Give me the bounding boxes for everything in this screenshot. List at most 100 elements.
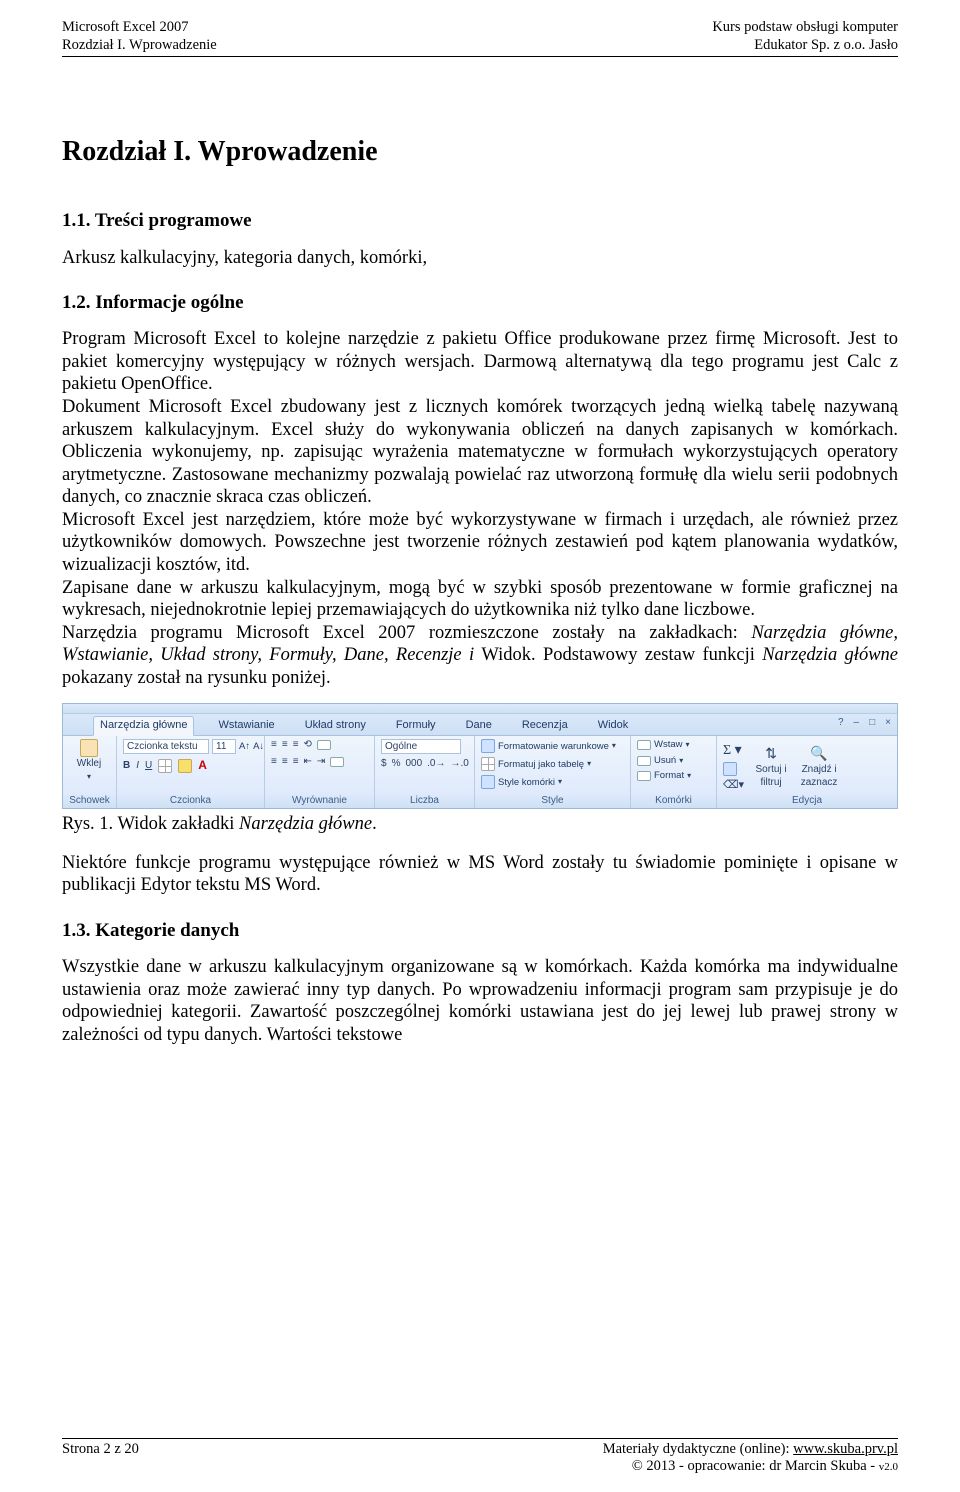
footer-right: Materiały dydaktyczne (online): www.skub…	[603, 1441, 898, 1476]
footer-copyright: © 2013 - opracowanie: dr Marcin Skuba -	[632, 1458, 879, 1474]
ribbon-window-icons: ? – □ ×	[838, 717, 891, 729]
increase-decimal-icon[interactable]: .0→	[427, 758, 445, 770]
tab-home[interactable]: Narzędzia główne	[93, 716, 194, 735]
chevron-down-icon: ▾	[558, 777, 562, 787]
group-font: Czcionka tekstu 11 A↑ A↓ B I U A Czcionk…	[117, 736, 265, 808]
percent-icon[interactable]: %	[392, 758, 401, 770]
delete-cells-icon	[637, 756, 651, 766]
decrease-indent-icon[interactable]: ⇤	[304, 756, 312, 768]
caption-a: Rys. 1. Widok zakładki	[62, 814, 239, 834]
p1e-c: pokazany został na rysunku poniżej.	[62, 668, 331, 688]
shrink-font-icon[interactable]: A↓	[253, 741, 264, 753]
insert-cells-icon	[637, 740, 651, 750]
group-cells-label: Komórki	[637, 795, 710, 808]
header-left-line1: Microsoft Excel 2007	[62, 18, 217, 36]
cell-styles-icon	[481, 775, 495, 789]
sort-filter-label2: filtruj	[761, 777, 782, 789]
close-icon[interactable]: ×	[885, 717, 891, 729]
tab-formulas[interactable]: Formuły	[390, 717, 442, 734]
comma-icon[interactable]: 000	[405, 758, 422, 770]
align-middle-icon[interactable]: ≡	[282, 739, 288, 751]
format-cells-button[interactable]: Format	[654, 770, 684, 782]
paste-icon	[80, 739, 98, 757]
merge-center-icon[interactable]	[330, 757, 344, 767]
clear-icon[interactable]: ⌫▾	[723, 779, 744, 792]
tab-view[interactable]: Widok	[592, 717, 635, 734]
format-cells-icon	[637, 771, 651, 781]
excel-ribbon: Narzędzia główne Wstawianie Układ strony…	[62, 703, 898, 809]
align-top-icon[interactable]: ≡	[271, 739, 277, 751]
chevron-down-icon: ▾	[687, 771, 691, 781]
p1d: Zapisane dane w arkuszu kalkulacyjnym, m…	[62, 578, 898, 621]
font-name-input[interactable]: Czcionka tekstu	[123, 739, 209, 754]
find-label2: zaznacz	[801, 777, 838, 789]
footer-rule	[62, 1438, 898, 1439]
section-1-2-body: Program Microsoft Excel to kolejne narzę…	[62, 328, 898, 689]
help-icon[interactable]: ?	[838, 717, 844, 729]
conditional-formatting-button[interactable]: Formatowanie warunkowe	[498, 741, 609, 753]
font-size-input[interactable]: 11	[212, 739, 236, 754]
header-rule	[62, 56, 898, 57]
wrap-text-icon[interactable]	[317, 740, 331, 750]
p1b: Dokument Microsoft Excel zbudowany jest …	[62, 397, 898, 507]
caption-b: .	[372, 814, 377, 834]
office-button-icon[interactable]	[66, 703, 76, 713]
chapter-title: Rozdział I. Wprowadzenie	[62, 135, 898, 169]
align-left-icon[interactable]: ≡	[271, 756, 277, 768]
tab-insert[interactable]: Wstawianie	[212, 717, 280, 734]
ribbon-titlebar	[63, 704, 897, 714]
chevron-down-icon: ▾	[686, 740, 690, 750]
group-editing-label: Edycja	[723, 795, 891, 808]
align-center-icon[interactable]: ≡	[282, 756, 288, 768]
p1c: Microsoft Excel jest narzędziem, które m…	[62, 510, 898, 575]
font-color-icon[interactable]: A	[198, 758, 207, 773]
fill-color-icon[interactable]	[178, 759, 192, 773]
format-as-table-button[interactable]: Formatuj jako tabelę	[498, 759, 584, 771]
orientation-icon[interactable]: ⟲	[304, 739, 312, 751]
group-clipboard-label: Schowek	[69, 795, 110, 808]
borders-icon[interactable]	[158, 759, 172, 773]
currency-icon[interactable]: $	[381, 758, 387, 770]
section-1-1-body: Arkusz kalkulacyjny, kategoria danych, k…	[62, 247, 898, 270]
number-format-select[interactable]: Ogólne	[381, 739, 461, 754]
italic-button[interactable]: I	[136, 760, 139, 772]
group-cells: Wstaw▾ Usuń▾ Format▾ Komórki	[631, 736, 717, 808]
cell-styles-button[interactable]: Style komórki	[498, 777, 555, 789]
sort-filter-button[interactable]: ⇅ Sortuj i filtruj	[752, 745, 790, 788]
footer-page-number: Strona 2 z 20	[62, 1441, 139, 1476]
paste-button[interactable]: Wklej ▾	[69, 739, 109, 781]
ribbon-figure: Narzędzia główne Wstawianie Układ strony…	[62, 703, 898, 809]
restore-icon[interactable]: □	[869, 717, 875, 729]
p1e-a: Narzędzia programu Microsoft Excel 2007 …	[62, 623, 751, 643]
minimize-icon[interactable]: –	[854, 717, 860, 729]
group-editing: Σ ▾ ⌫▾ ⇅ Sortuj i filtruj 🔍 Znajdź i zaz…	[717, 736, 897, 808]
align-right-icon[interactable]: ≡	[293, 756, 299, 768]
group-number: Ogólne $ % 000 .0→ →.0 Liczba	[375, 736, 475, 808]
underline-button[interactable]: U	[145, 760, 152, 772]
delete-cells-button[interactable]: Usuń	[654, 755, 676, 767]
footer-online-label: Materiały dydaktyczne (online):	[603, 1441, 793, 1457]
conditional-formatting-icon	[481, 739, 495, 753]
autosum-icon[interactable]: Σ ▾	[723, 742, 744, 759]
increase-indent-icon[interactable]: ⇥	[317, 756, 325, 768]
chevron-down-icon: ▾	[612, 741, 616, 751]
find-select-button[interactable]: 🔍 Znajdź i zaznacz	[798, 745, 840, 788]
page-header: Microsoft Excel 2007 Rozdział I. Wprowad…	[62, 18, 898, 54]
group-alignment-label: Wyrównanie	[271, 795, 368, 808]
tab-page-layout[interactable]: Układ strony	[299, 717, 372, 734]
insert-cells-button[interactable]: Wstaw	[654, 739, 683, 751]
group-alignment: ≡ ≡ ≡ ⟲ ≡ ≡ ≡ ⇤ ⇥ Wyrównanie	[265, 736, 375, 808]
section-1-3-title: 1.3. Kategorie danych	[62, 919, 898, 942]
bold-button[interactable]: B	[123, 760, 130, 772]
tab-review[interactable]: Recenzja	[516, 717, 574, 734]
sort-filter-label1: Sortuj i	[756, 764, 787, 776]
group-styles: Formatowanie warunkowe▾ Formatuj jako ta…	[475, 736, 631, 808]
tab-data[interactable]: Dane	[460, 717, 498, 734]
align-bottom-icon[interactable]: ≡	[293, 739, 299, 751]
header-left: Microsoft Excel 2007 Rozdział I. Wprowad…	[62, 18, 217, 54]
ribbon-tabs: Narzędzia główne Wstawianie Układ strony…	[63, 714, 897, 736]
footer-url-link[interactable]: www.skuba.prv.pl	[793, 1441, 898, 1457]
decrease-decimal-icon[interactable]: →.0	[451, 758, 469, 770]
fill-icon[interactable]	[723, 762, 737, 776]
grow-font-icon[interactable]: A↑	[239, 741, 250, 753]
